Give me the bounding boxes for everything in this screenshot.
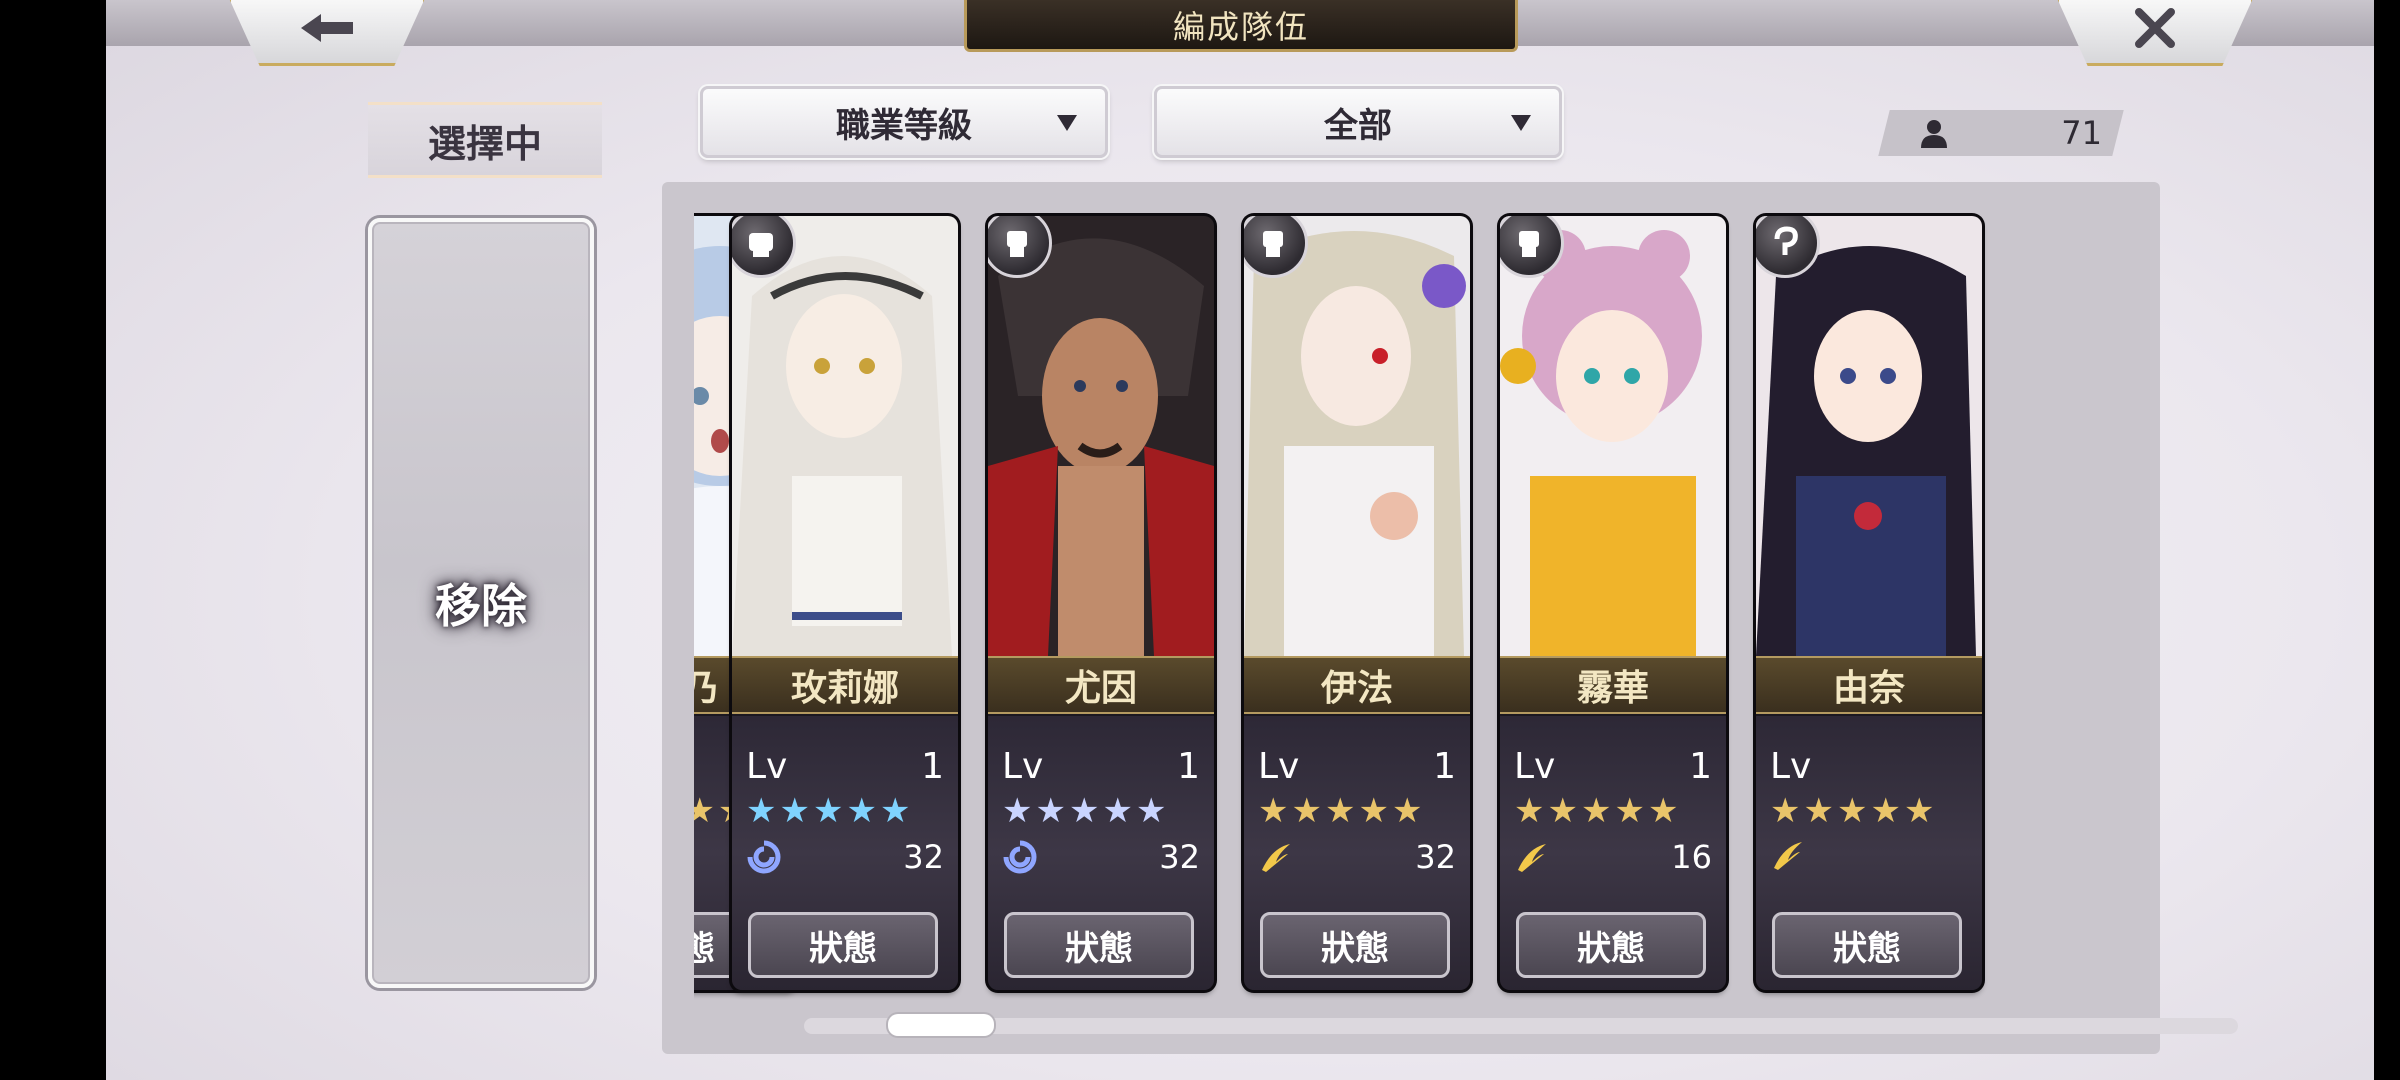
star-icon: ★ [879, 791, 911, 831]
star-rating: ★★★★★ [746, 794, 910, 828]
level-value: 1 [1689, 746, 1712, 787]
wind-element-icon [1518, 844, 1546, 872]
character-portrait [1756, 216, 1982, 656]
star-icon: ★ [1102, 791, 1133, 831]
status-button[interactable]: 狀態 [1004, 912, 1194, 978]
back-button[interactable] [228, 0, 426, 66]
character-portrait [732, 216, 958, 656]
star-rating: ★★★★★ [1770, 794, 1934, 828]
job-level-sort-dropdown[interactable]: 職業等級 [700, 86, 1108, 158]
star-rating: ★★★★★ [1514, 794, 1678, 828]
character-card[interactable]: 由奈 Lv ★ ★ ★ ★ ★ 狀態 [1756, 216, 1982, 990]
chevron-down-icon [1511, 115, 1531, 131]
character-name: 由奈 [1756, 656, 1982, 714]
character-name: 伊法 [1244, 656, 1470, 714]
star-icon: ★ [846, 791, 877, 831]
star-icon: ★ [1547, 791, 1578, 831]
character-card[interactable]: 伊法 Lv 1 ★ ★ ★ ★ ★ 32 狀態 [1244, 216, 1470, 990]
wind-element-icon [1774, 842, 1802, 870]
level-label: Lv [1770, 746, 1812, 787]
star-rating: ★★★★★ [1258, 794, 1422, 828]
character-name: 霧華 [1500, 656, 1726, 714]
character-stats: Lv ★ ★ ★ ★ ★ 狀態 [1756, 716, 1982, 990]
character-stats: Lv1 ★★★★★ 16 狀態 [1500, 716, 1726, 990]
chevron-down-icon [1057, 115, 1077, 131]
character-stats: Lv 1 ★ ★ ★ ★ ★ 32 狀態 [988, 716, 1214, 990]
star-icon: ★ [1647, 791, 1679, 831]
star-rating: ★★★★★ [1002, 794, 1166, 828]
vortex-element-icon [747, 840, 781, 874]
level-label: Lv [1002, 746, 1044, 787]
page-title: 編成隊伍 [964, 0, 1518, 52]
status-button[interactable]: 狀態 [1772, 912, 1962, 978]
person-icon [1921, 120, 1947, 148]
star-icon: ★ [1514, 791, 1545, 831]
scrollbar-thumb[interactable] [888, 1014, 994, 1036]
star-icon: ★ [1035, 791, 1066, 831]
star-icon: ★ [1580, 791, 1612, 831]
level-value: 1 [921, 746, 944, 787]
horizontal-scrollbar[interactable] [804, 1018, 2238, 1034]
star-icon: ★ [1135, 791, 1167, 831]
selected-label: 選擇中 [368, 102, 602, 178]
team-formation-screen: 編成隊伍 選擇中 移除 職業等級 全部 71 乃 ★ 態 玫莉娜 Lv 1 ★ … [106, 0, 2374, 1080]
character-count: 71 [1896, 110, 2116, 156]
close-icon [2135, 8, 2175, 48]
character-card[interactable]: 霧華 Lv 1 ★ ★ ★ ★ ★ 16 狀態 [1500, 216, 1726, 990]
level-value: 1 [1433, 746, 1456, 787]
character-list[interactable]: 雪乃 Lv1 ★★★★★ 16 狀態 [694, 210, 2124, 1000]
star-icon: ★ [1903, 791, 1935, 831]
character-name: 玫莉娜 [732, 656, 958, 714]
category-filter-label: 全部 [1324, 105, 1392, 146]
level-value: 1 [1177, 746, 1200, 787]
character-name: 尤因 [988, 656, 1214, 714]
power-value: 32 [1159, 838, 1200, 876]
star-icon: ★ [1068, 791, 1100, 831]
star-icon: ★ [779, 791, 810, 831]
character-stats: Lv 1 ★ ★ ★ ★ ★ 32 狀態 [732, 716, 958, 990]
character-count-value: 71 [2061, 114, 2102, 152]
character-portrait [1500, 216, 1726, 656]
character-portrait [988, 216, 1214, 656]
star-icon: ★ [1870, 791, 1901, 831]
job-level-sort-label: 職業等級 [836, 105, 972, 146]
star-icon: ★ [1770, 791, 1801, 831]
character-card[interactable]: 尤因 Lv 1 ★ ★ ★ ★ ★ 32 狀態 [988, 216, 1214, 990]
star-icon: ★ [694, 791, 715, 831]
remove-button-label[interactable]: 移除 [435, 570, 527, 636]
star-icon: ★ [1614, 791, 1645, 831]
power-value: 32 [903, 838, 944, 876]
power-value: 16 [1671, 838, 1712, 876]
star-icon: ★ [1002, 791, 1033, 831]
star-icon: ★ [746, 791, 777, 831]
star-icon: ★ [1258, 791, 1289, 831]
level-label: Lv [746, 746, 788, 787]
level-label: Lv [1514, 746, 1556, 787]
close-button[interactable] [2056, 0, 2254, 66]
wind-element-icon [1262, 844, 1290, 872]
level-label: Lv [1258, 746, 1300, 787]
category-filter-dropdown[interactable]: 全部 [1154, 86, 1562, 158]
status-button[interactable]: 狀態 [1516, 912, 1706, 978]
star-icon: ★ [1291, 791, 1322, 831]
character-card[interactable]: 玫莉娜 Lv 1 ★ ★ ★ ★ ★ 32 狀態 [732, 216, 958, 990]
left-arrow-icon [301, 14, 353, 42]
status-button[interactable]: 狀態 [1260, 912, 1450, 978]
star-icon: ★ [1391, 791, 1423, 831]
character-stats: Lv 1 ★ ★ ★ ★ ★ 32 狀態 [1244, 716, 1470, 990]
character-portrait [1244, 216, 1470, 656]
vortex-element-icon [1003, 840, 1037, 874]
status-button[interactable]: 狀態 [748, 912, 938, 978]
selected-slot[interactable]: 移除 [368, 218, 594, 988]
star-icon: ★ [1803, 791, 1834, 831]
star-icon: ★ [1358, 791, 1389, 831]
star-icon: ★ [812, 791, 844, 831]
power-value: 32 [1415, 838, 1456, 876]
star-icon: ★ [1836, 791, 1868, 831]
star-icon: ★ [1324, 791, 1356, 831]
